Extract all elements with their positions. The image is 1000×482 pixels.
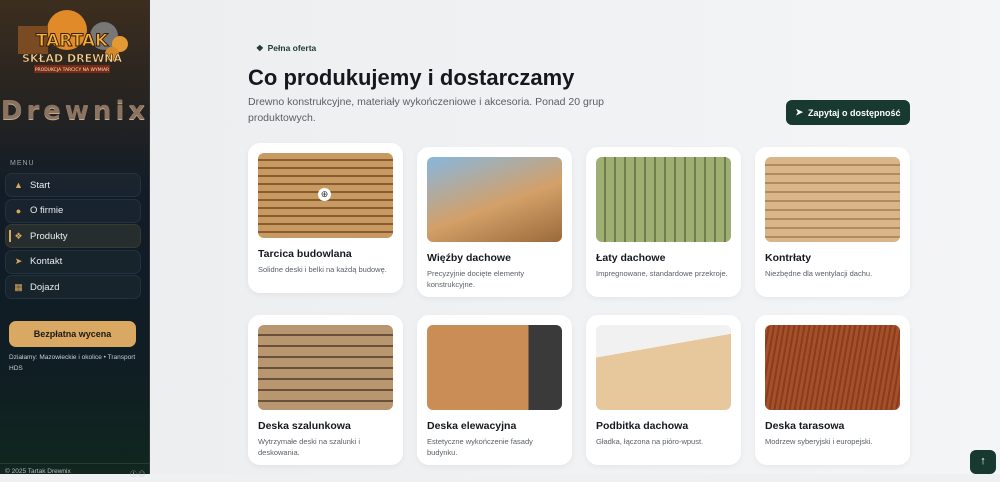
nav-label: Produkty — [30, 230, 68, 242]
product-image — [596, 325, 731, 410]
product-desc: Precyzyjnie docięte elementy konstrukcyj… — [427, 269, 525, 289]
nav-label: Kontakt — [30, 256, 63, 267]
nav-label: Start — [30, 179, 51, 191]
product-desc: Gładka, łączona na pióro-wpust. — [596, 437, 704, 446]
button-label: Zapytaj o dostępność — [808, 107, 901, 118]
nav-item-dojazd[interactable]: ▦ Dojazd — [5, 275, 141, 299]
nav-label: O firmie — [30, 205, 64, 216]
product-desc: Impregnowane, standardowe przekroje. — [596, 269, 728, 278]
product-card[interactable]: Więźby dachowe Precyzyjnie docięte eleme… — [417, 147, 572, 297]
product-desc: Wytrzymałe deski na szalunki i deskowani… — [258, 437, 361, 457]
product-card[interactable]: Deska tarasowa Modrzew syberyjski i euro… — [755, 315, 910, 465]
sidebar-footer: © 2025 Tartak Drewnix ⓕ ◎ — [0, 463, 150, 482]
product-title: Kontrłaty — [765, 252, 812, 264]
instagram-icon[interactable]: ◎ — [139, 471, 146, 478]
product-desc: Solidne deski i belki na każdą budowę. — [258, 265, 387, 274]
nav-item-produkty[interactable]: ❖ Produkty — [5, 224, 141, 248]
scroll-top-button[interactable]: ↑ — [970, 450, 996, 474]
product-desc: Modrzew syberyjski i europejski. — [765, 437, 873, 446]
product-card[interactable]: Deska szalunkowa Wytrzymałe deski na sza… — [248, 315, 403, 465]
product-image — [427, 157, 562, 242]
product-title: Łaty dachowe — [596, 252, 666, 264]
nav-item-kontakt[interactable]: ➤ Kontakt — [5, 249, 141, 274]
product-card[interactable]: Podbitka dachowa Gładka, łączona na piór… — [586, 315, 741, 465]
svg-text:TARTAK: TARTAK — [36, 31, 109, 51]
product-card[interactable]: Łaty dachowe Impregnowane, standardowe p… — [586, 147, 741, 297]
product-image — [596, 157, 731, 242]
badge-label: Pełna oferta — [267, 43, 317, 53]
logo[interactable]: TARTAK SKŁAD DREWNA PRODUKCJA TARCICY NA… — [12, 8, 134, 78]
product-card[interactable]: Deska elewacyjna Estetyczne wykończenie … — [417, 315, 572, 465]
product-image — [427, 325, 562, 410]
product-title: Deska szalunkowa — [258, 420, 351, 432]
product-title: Podbitka dachowa — [596, 420, 689, 432]
nav: ▲ Start ● O firmie ❖ Produkty ➤ Kontakt ▦ Doj… — [5, 173, 141, 301]
nav-label: Dojazd — [30, 281, 60, 293]
product-title: Tarcica budowlana — [258, 248, 352, 260]
brand-name: Drewnix — [0, 96, 150, 126]
menu-label: MENU — [10, 160, 35, 167]
tree-icon: ▲ — [14, 180, 23, 190]
cubes-icon: ❖ — [256, 43, 264, 53]
arrow-up-icon: ↑ — [980, 455, 986, 467]
zoom-icon[interactable]: ⊕ — [318, 188, 331, 201]
page-title: Co produkujemy i dostarczamy — [248, 65, 575, 90]
paper-plane-icon: ➤ — [14, 256, 23, 266]
sidebar: TARTAK SKŁAD DREWNA PRODUKCJA TARCICY NA… — [0, 0, 150, 478]
product-image: ⊕ — [258, 153, 393, 238]
product-title: Deska elewacyjna — [427, 420, 517, 432]
nav-item-o-firmie[interactable]: ● O firmie — [5, 198, 141, 223]
section-badge: ❖ Pełna oferta — [256, 43, 316, 54]
paper-plane-icon: ➤ — [795, 107, 804, 117]
product-title: Więźby dachowe — [427, 252, 511, 264]
product-title: Deska tarasowa — [765, 420, 845, 432]
info-icon: ● — [15, 205, 22, 216]
svg-text:SKŁAD DREWNA: SKŁAD DREWNA — [22, 52, 122, 65]
ask-availability-button[interactable]: ➤ Zapytaj o dostępność — [786, 100, 910, 125]
product-image — [765, 157, 900, 242]
product-image — [765, 325, 900, 410]
free-quote-button[interactable]: Bezpłatna wycena — [9, 321, 136, 347]
service-area: Działamy: Mazowieckie i okolice • Transp… — [9, 354, 136, 372]
map-icon: ▦ — [14, 281, 23, 292]
svg-text:PRODUKCJA TARCICY NA WYMIAR: PRODUKCJA TARCICY NA WYMIAR — [35, 67, 109, 73]
product-card[interactable]: ⊕ Tarcica budowlana Solidne deski i belk… — [248, 143, 403, 293]
facebook-icon[interactable]: ⓕ — [130, 471, 137, 478]
product-desc: Niezbędne dla wentylacji dachu. — [765, 269, 873, 278]
product-desc: Estetyczne wykończenie fasady budynku. — [427, 437, 533, 457]
cubes-icon: ❖ — [14, 230, 23, 241]
copyright: © 2025 Tartak Drewnix — [5, 468, 71, 475]
nav-item-start[interactable]: ▲ Start — [5, 173, 141, 197]
page-subtitle: Drewno konstrukcyjne, materiały wykończe… — [248, 96, 605, 124]
product-image — [258, 325, 393, 410]
product-card[interactable]: Kontrłaty Niezbędne dla wentylacji dachu… — [755, 147, 910, 297]
